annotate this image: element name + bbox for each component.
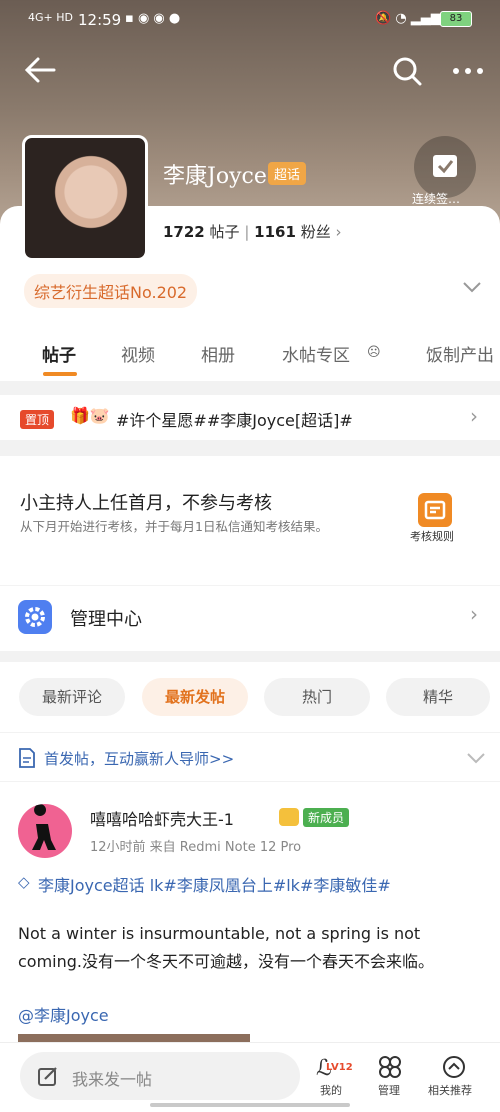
compose-placeholder[interactable]: 我来发一帖 (72, 1066, 152, 1090)
top-nav (0, 48, 500, 96)
document-icon (19, 748, 35, 768)
tab-water-posts[interactable]: 水帖专区 (282, 341, 350, 366)
pinned-text: #许个星愿##李康Joyce[超话]# (116, 411, 353, 430)
chevron-down-icon[interactable] (466, 752, 486, 764)
fans-label: 粉丝 (300, 223, 331, 241)
chevron-right-icon: › (470, 404, 478, 428)
chevron-right-icon: › (470, 602, 478, 626)
newbie-badge: 新成员 (303, 808, 350, 827)
notice-title: 小主持人上任首月，不参与考核 (20, 493, 272, 514)
chevron-down-icon[interactable] (462, 280, 482, 294)
post-author-avatar[interactable] (18, 804, 72, 858)
related-label[interactable]: 相关推荐 (428, 1082, 472, 1098)
post-mention[interactable]: @李康Joyce (18, 1002, 109, 1026)
posts-count: 1722 (163, 223, 205, 241)
post-text: Not a winter is insurmountable, not a sp… (18, 924, 435, 971)
chevron-up-circle-icon[interactable] (442, 1055, 466, 1079)
gift-icon: 🎁🐷 (70, 406, 110, 425)
level-badge-icon (279, 808, 299, 826)
manage-grid-icon[interactable] (378, 1055, 402, 1079)
signin-label: 连续签… (412, 192, 461, 206)
tab-albums[interactable]: 相册 (201, 341, 235, 366)
tab-fan-made[interactable]: 饭制产出 (426, 341, 494, 366)
status-bar: 4G+ HD 12:59 ▪ ◉ ◉ ● 🔕 ◔ ▂▄▆ 83 (0, 0, 500, 38)
filter-latest-posts[interactable]: 最新发帖 (142, 678, 248, 716)
rules-label[interactable]: 考核规则 (410, 528, 454, 544)
tab-videos[interactable]: 视频 (121, 341, 155, 366)
compose-button[interactable] (20, 1052, 300, 1100)
pinned-tag: 置顶 (20, 410, 55, 429)
calendar-check-icon (433, 155, 457, 177)
supertopic-name: 李康Joyce (163, 164, 267, 189)
tab-emoji-icon: ☹ (367, 345, 381, 360)
manage-label[interactable]: 管理 (378, 1082, 400, 1098)
more-icon[interactable] (452, 66, 484, 76)
filter-latest-comments[interactable]: 最新评论 (19, 678, 125, 716)
supertopic-avatar[interactable] (22, 135, 148, 261)
rules-icon[interactable] (418, 493, 452, 527)
super-badge: 超话 (268, 162, 307, 185)
notice-subtitle: 从下月开始进行考核，并于每月1日私信通知考核结果。 (20, 519, 328, 534)
status-icons: ▪ ◉ ◉ ● (125, 11, 181, 26)
filter-featured[interactable]: 精华 (386, 678, 490, 716)
battery-indicator: 83 (440, 11, 472, 27)
post-meta: 12小时前 来自 Redmi Note 12 Pro (90, 840, 302, 855)
status-right-icons: 🔕 ◔ ▂▄▆ (375, 11, 441, 26)
post-topics[interactable]: 李康Joyce超话 lk#李康凤凰台上#lk#李康敏佳# (38, 872, 391, 896)
search-icon[interactable] (392, 56, 422, 86)
tab-posts[interactable]: 帖子 (42, 341, 76, 366)
back-arrow-icon[interactable] (24, 56, 58, 84)
rank-tag[interactable]: 综艺衍生超话No.202 (24, 274, 198, 308)
gear-icon (18, 600, 52, 634)
level-label: LV12 (326, 1062, 353, 1073)
filter-hot[interactable]: 热门 (264, 678, 370, 716)
chevron-right-icon: › (335, 223, 342, 241)
posts-label: 帖子 (209, 223, 240, 241)
stats-row[interactable]: 1722 帖子 | 1161 粉丝 › (163, 221, 342, 242)
fans-count: 1161 (254, 223, 296, 241)
network-indicator: 4G+ HD (28, 11, 73, 24)
first-post-tip[interactable]: 首发帖，互动赢新人导师>> (44, 748, 234, 769)
status-time: 12:59 (78, 11, 122, 29)
manage-center-label[interactable]: 管理中心 (70, 605, 142, 631)
edit-icon (38, 1067, 57, 1086)
diamond-icon: ◇ (18, 873, 30, 891)
signin-button[interactable] (414, 136, 476, 198)
profile-level-icon[interactable]: ℒ LV12 (316, 1056, 353, 1081)
post-author-name[interactable]: 嘻嘻哈哈虾壳大王-1 (90, 806, 234, 830)
active-tab-indicator (43, 372, 77, 376)
home-indicator (150, 1103, 350, 1107)
me-label[interactable]: 我的 (320, 1082, 342, 1098)
